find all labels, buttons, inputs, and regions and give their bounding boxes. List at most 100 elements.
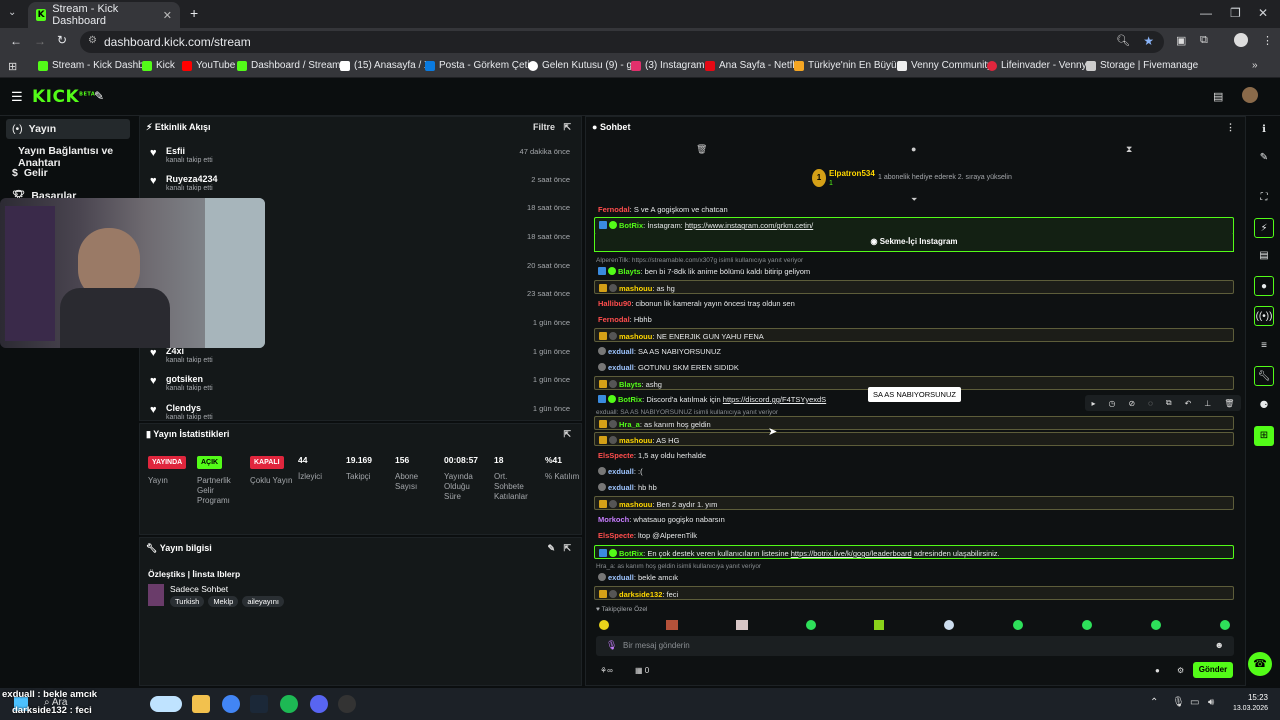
info-popout-icon[interactable]: ⇱ bbox=[563, 543, 571, 554]
chat-message[interactable]: Blayts: ben bi 7-8dk lik anime bölümü ka… bbox=[594, 264, 1234, 278]
bookmark-x[interactable]: (15) Anasayfa / X bbox=[340, 60, 431, 71]
network-icon[interactable]: ▭ bbox=[1190, 697, 1199, 708]
menu-dots-icon[interactable]: ⋮ bbox=[1262, 34, 1273, 47]
add-panel-icon[interactable]: ⊞ bbox=[1254, 426, 1274, 446]
bookmark-youtube[interactable]: YouTube bbox=[182, 60, 235, 71]
chat-message[interactable]: Fernodal: S ve A gogişkom ve chatcan bbox=[594, 202, 1234, 216]
chat-message[interactable]: ElsSpecte: ltop @AlperenTilk bbox=[594, 528, 1234, 542]
bookmark-kick[interactable]: Kick bbox=[142, 60, 175, 71]
bookmark-fivemanage[interactable]: Storage | Fivemanage bbox=[1086, 60, 1198, 71]
chat-message[interactable]: Morkoch: whatsauo gogişko nabarsın bbox=[594, 512, 1234, 526]
chat-username[interactable]: Hra_a bbox=[619, 420, 640, 429]
pen-icon[interactable]: ✎ bbox=[1254, 148, 1274, 168]
minimize-icon[interactable]: — bbox=[1200, 6, 1212, 20]
forward-icon[interactable]: → bbox=[34, 34, 46, 48]
obs-icon[interactable] bbox=[338, 695, 356, 713]
bookmark-lifeinvader[interactable]: Lifeinvader - VennyV bbox=[987, 60, 1093, 71]
sidebar-item-revenue[interactable]: $ Gelir bbox=[6, 163, 130, 183]
spotify-icon[interactable] bbox=[280, 695, 298, 713]
chat-message[interactable]: BotRix: En çok destek veren kullanıcılar… bbox=[594, 545, 1234, 559]
bookmarks-more-icon[interactable]: » bbox=[1252, 60, 1258, 71]
pin-icon[interactable]: ✎ bbox=[94, 89, 104, 103]
chat-username[interactable]: exduall bbox=[608, 347, 634, 356]
broadcast-icon[interactable]: ((•)) bbox=[1254, 306, 1274, 326]
zoom-icon[interactable]: 🔍︎ bbox=[1116, 34, 1130, 47]
tray-chevron-icon[interactable]: ⌃ bbox=[1150, 697, 1158, 708]
bookmark-venny[interactable]: Venny Community bbox=[897, 60, 992, 71]
activity-user[interactable]: Ruyeza4234 bbox=[166, 174, 218, 184]
chat-message[interactable]: mashouu: AS HG bbox=[594, 432, 1234, 446]
bookmark-turkiye[interactable]: Türkiye'nin En Büyü... bbox=[794, 60, 905, 71]
chat-message[interactable]: Hra_a: as kanım hoş geldin bbox=[594, 416, 1234, 430]
reply-icon[interactable]: ↶ bbox=[1185, 399, 1192, 408]
chat-message[interactable]: BotRix: İnstagram: https://www.instagram… bbox=[594, 217, 1234, 235]
chat-username[interactable]: darkside132 bbox=[619, 590, 662, 599]
chat-username[interactable]: mashouu bbox=[619, 284, 652, 293]
chat-message[interactable]: exduall: SA AS NABIYORSUNUZ bbox=[594, 344, 1234, 358]
chat-username[interactable]: Morkoch bbox=[598, 515, 629, 524]
tag[interactable]: Turkish bbox=[170, 596, 205, 607]
chat-message[interactable]: darkside132: feci bbox=[594, 586, 1234, 600]
chat-username[interactable]: Hallibu90 bbox=[598, 299, 631, 308]
chat-username[interactable]: exduall bbox=[608, 483, 634, 492]
chat-message[interactable]: Fernodal: Hbhb bbox=[594, 312, 1234, 326]
browser-tab[interactable]: K Stream - Kick Dashboard ✕ bbox=[28, 2, 180, 28]
send-button[interactable]: Gönder bbox=[1193, 662, 1233, 678]
chat-username[interactable]: ElsSpecte bbox=[598, 451, 634, 460]
widget-icon[interactable] bbox=[150, 696, 182, 712]
card-icon[interactable]: ▤ bbox=[1213, 90, 1223, 103]
bookmark-netflix[interactable]: Ana Sayfa - Netflix bbox=[705, 60, 802, 71]
tag[interactable]: aileyayını bbox=[242, 596, 285, 607]
chat-message[interactable]: Hallibu90: cibonun lik kameralı yayın ön… bbox=[594, 296, 1234, 310]
wrench-icon[interactable]: 🔧︎ bbox=[1254, 366, 1274, 386]
chat-username[interactable]: mashouu bbox=[619, 500, 652, 509]
activity-user[interactable]: Esfii bbox=[166, 146, 185, 156]
apps-grid-icon[interactable]: ⊞ bbox=[8, 60, 17, 73]
bookmark-kick-dashboard[interactable]: Stream - Kick Dashb... bbox=[38, 60, 152, 71]
chat-link[interactable]: https://www.instagram.com/grkm.cetin/ bbox=[685, 221, 813, 230]
chrome-icon[interactable] bbox=[222, 695, 240, 713]
chat-input[interactable]: 🎙︎ Bir mesaj gönderin ☻ bbox=[596, 636, 1234, 656]
bubble-icon[interactable]: ● bbox=[911, 144, 916, 154]
extensions-puzzle-icon[interactable]: ⧉ bbox=[1200, 34, 1208, 47]
chat-message[interactable]: exduall: GOTUNU SKM EREN SIDIDK bbox=[594, 360, 1234, 374]
ban-icon[interactable]: ⊘ bbox=[1128, 399, 1135, 408]
flash-icon[interactable]: ⚡︎ bbox=[1254, 218, 1274, 238]
nodes-icon[interactable]: ⚈ bbox=[1254, 396, 1274, 416]
document-icon[interactable]: ▤ bbox=[1254, 246, 1274, 266]
chat-username[interactable]: Fernodal bbox=[598, 315, 630, 324]
file-explorer-icon[interactable] bbox=[192, 695, 210, 713]
chat-bubble-icon[interactable]: ◌ bbox=[1148, 399, 1153, 408]
chat-options-icon[interactable]: ⋮ bbox=[1226, 122, 1235, 133]
points-icon[interactable]: ⚘∞ bbox=[600, 666, 613, 675]
chat-username[interactable]: exduall bbox=[608, 573, 634, 582]
stack-icon[interactable]: ≡ bbox=[1254, 336, 1274, 356]
steam-icon[interactable] bbox=[250, 695, 268, 713]
tag[interactable]: Meklp bbox=[208, 596, 239, 607]
mic-icon[interactable]: 🎙︎ bbox=[606, 640, 617, 651]
chat-message[interactable]: mashouu: NE ENERJIK GUN YAHU FENA bbox=[594, 328, 1234, 342]
extension-icon[interactable]: ▣ bbox=[1176, 34, 1186, 47]
delete-icon[interactable]: 🗑︎ bbox=[1224, 399, 1234, 408]
chat-message[interactable]: exduall: bekle amcık bbox=[594, 570, 1234, 584]
bookmark-inbox[interactable]: Gelen Kutusu (9) - g... bbox=[528, 60, 640, 71]
sidebar-item-stream[interactable]: (•) Yayın bbox=[6, 119, 130, 139]
url-field[interactable]: ⚙ dashboard.kick.com/stream 🔍︎ ★ bbox=[80, 31, 1164, 53]
chat-username[interactable]: Blayts bbox=[619, 380, 642, 389]
pin-message-icon[interactable]: ⊥ bbox=[1204, 399, 1211, 408]
edit-icon[interactable]: ✎ bbox=[547, 543, 555, 554]
pinned-user[interactable]: Elpatron534 bbox=[829, 169, 875, 178]
mic-tray-icon[interactable]: 🎙︎ bbox=[1172, 697, 1185, 708]
help-chat-icon[interactable]: ☎ bbox=[1248, 652, 1272, 676]
copy-icon[interactable]: ⧉ bbox=[1166, 398, 1172, 408]
chat-users-icon[interactable]: ● bbox=[1155, 666, 1160, 675]
stats-popout-icon[interactable]: ⇱ bbox=[563, 429, 571, 440]
chat-bubble-icon[interactable]: ● bbox=[1254, 276, 1274, 296]
popout-icon[interactable]: ⇱ bbox=[563, 122, 571, 133]
chat-username[interactable]: BotRix bbox=[619, 221, 643, 230]
chat-message[interactable]: mashouu: Ben 2 aydır 1. yım bbox=[594, 496, 1234, 510]
chat-message[interactable]: ElsSpecte: 1,5 ay oldu herhalde bbox=[594, 448, 1234, 462]
chat-username[interactable]: BotRix bbox=[619, 549, 643, 558]
user-avatar[interactable] bbox=[1242, 87, 1258, 103]
close-window-icon[interactable]: ✕ bbox=[1258, 6, 1268, 20]
